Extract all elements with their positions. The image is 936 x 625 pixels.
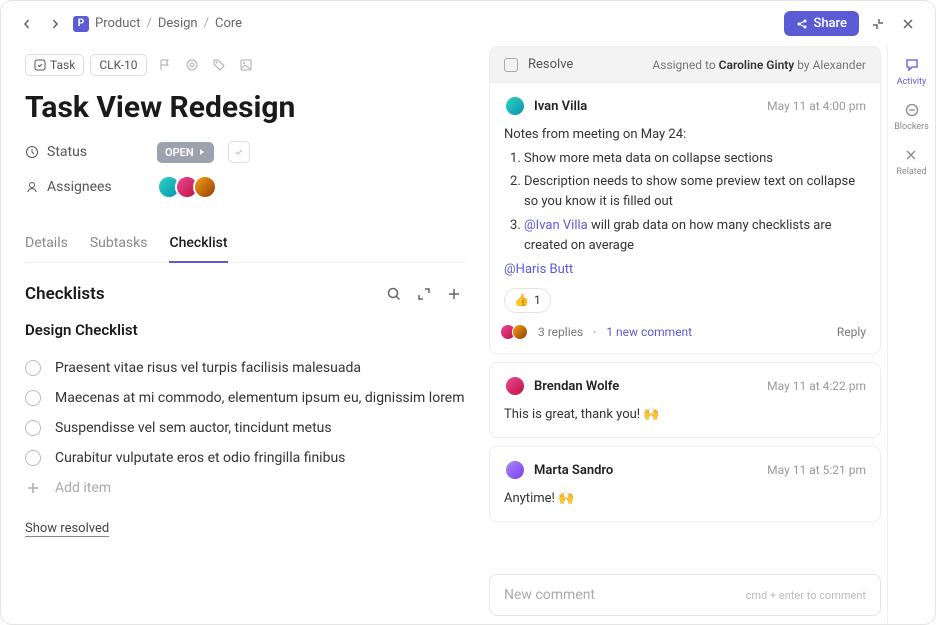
mention[interactable]: @Ivan Villa — [524, 218, 588, 233]
tab-details[interactable]: Details — [25, 227, 68, 262]
reply-link[interactable]: Reply — [837, 323, 866, 342]
crumb-mid: Design — [158, 16, 198, 31]
assigned-text: Assigned to Caroline Ginty by Alexander — [652, 58, 866, 72]
rail-blockers[interactable]: Blockers — [894, 101, 929, 132]
task-id-chip[interactable]: CLK-10 — [90, 54, 146, 76]
checklist-name: Design Checklist — [25, 321, 465, 339]
plus-icon — [25, 480, 41, 496]
chat-icon — [903, 56, 921, 74]
product-icon: P — [73, 16, 89, 32]
comment-placeholder: New comment — [504, 587, 595, 603]
comment-text: Anytime! 🙌 — [504, 489, 866, 509]
task-chip[interactable]: Task — [25, 54, 84, 76]
status-pill[interactable]: OPEN — [157, 142, 214, 163]
tab-checklist[interactable]: Checklist — [169, 227, 227, 263]
comment-time: May 11 at 4:00 pm — [767, 99, 866, 113]
related-icon — [902, 146, 920, 164]
target-icon[interactable] — [183, 56, 201, 74]
reply-avatars — [504, 324, 528, 340]
assignees-label: Assignees — [47, 179, 112, 195]
comment-card: Ivan Villa May 11 at 4:00 pm Notes from m… — [489, 82, 881, 354]
share-icon — [796, 18, 808, 30]
new-comment-count[interactable]: 1 new comment — [606, 323, 692, 342]
comment-card: Brendan Wolfe May 11 at 4:22 pm This is g… — [489, 362, 881, 438]
share-button[interactable]: Share — [784, 11, 859, 36]
user-icon — [25, 180, 39, 194]
assignee-avatars[interactable] — [157, 175, 217, 199]
share-label: Share — [813, 16, 847, 31]
close-icon[interactable] — [897, 13, 919, 35]
checklist-item[interactable]: Suspendisse vel sem auctor, tincidunt me… — [25, 413, 465, 443]
tab-subtasks[interactable]: Subtasks — [90, 227, 148, 262]
resolve-label: Resolve — [528, 57, 573, 72]
comment-card: Marta Sandro May 11 at 5:21 pm Anytime! 🙌 — [489, 446, 881, 522]
checklists-heading: Checklists — [25, 284, 375, 304]
avatar — [193, 175, 217, 199]
task-icon — [34, 59, 46, 71]
nav-back-button[interactable] — [17, 14, 37, 34]
comment-text: Notes from meeting on May 24: — [504, 125, 866, 145]
nav-forward-button[interactable] — [45, 14, 65, 34]
add-item-button[interactable]: Add item — [25, 473, 465, 503]
mention[interactable]: @Haris Butt — [504, 262, 573, 277]
flag-icon[interactable] — [156, 56, 174, 74]
list-item: Show more meta data on collapse sections — [524, 149, 866, 169]
breadcrumb[interactable]: P Product / Design / Core — [73, 16, 242, 32]
page-title: Task View Redesign — [25, 90, 465, 125]
expand-icon[interactable] — [413, 283, 435, 305]
search-icon[interactable] — [383, 283, 405, 305]
comment-author: Marta Sandro — [534, 463, 613, 478]
crumb-root: Product — [95, 16, 140, 31]
comment-hint: cmd + enter to comment — [746, 589, 866, 602]
unchecked-circle-icon[interactable] — [25, 420, 41, 436]
add-checklist-button[interactable] — [443, 283, 465, 305]
block-icon — [903, 101, 921, 119]
chevron-right-icon — [198, 148, 206, 156]
comment-time: May 11 at 4:22 pm — [767, 379, 866, 393]
unchecked-circle-icon[interactable] — [25, 360, 41, 376]
rail-activity[interactable]: Activity — [897, 56, 926, 87]
status-checkbox[interactable] — [228, 141, 250, 163]
checklist-item[interactable]: Maecenas at mi commodo, elementum ipsum … — [25, 383, 465, 413]
replies-count[interactable]: 3 replies — [538, 323, 583, 342]
avatar — [504, 95, 526, 117]
resolve-checkbox[interactable] — [504, 58, 518, 72]
checklist-item[interactable]: Curabitur vulputate eros et odio fringil… — [25, 443, 465, 473]
image-icon[interactable] — [237, 56, 255, 74]
list-item: @Ivan Villa will grab data on how many c… — [524, 216, 866, 256]
comment-author: Ivan Villa — [534, 99, 587, 114]
comment-author: Brendan Wolfe — [534, 379, 619, 394]
list-item: Description needs to show some preview t… — [524, 172, 866, 212]
show-resolved-link[interactable]: Show resolved — [25, 521, 109, 537]
rail-related[interactable]: Related — [896, 146, 926, 177]
avatar — [504, 459, 526, 481]
comment-time: May 11 at 5:21 pm — [767, 463, 866, 477]
status-icon — [25, 145, 39, 159]
status-label: Status — [47, 144, 87, 160]
collapse-icon[interactable] — [867, 13, 889, 35]
reaction-pill[interactable]: 👍1 — [504, 288, 551, 313]
avatar — [504, 375, 526, 397]
checklist-item[interactable]: Praesent vitae risus vel turpis facilisi… — [25, 353, 465, 383]
unchecked-circle-icon[interactable] — [25, 450, 41, 466]
comment-text: This is great, thank you! 🙌 — [504, 405, 866, 425]
tag-icon[interactable] — [210, 56, 228, 74]
comment-input[interactable]: New comment cmd + enter to comment — [489, 574, 881, 616]
unchecked-circle-icon[interactable] — [25, 390, 41, 406]
crumb-leaf: Core — [215, 16, 242, 31]
